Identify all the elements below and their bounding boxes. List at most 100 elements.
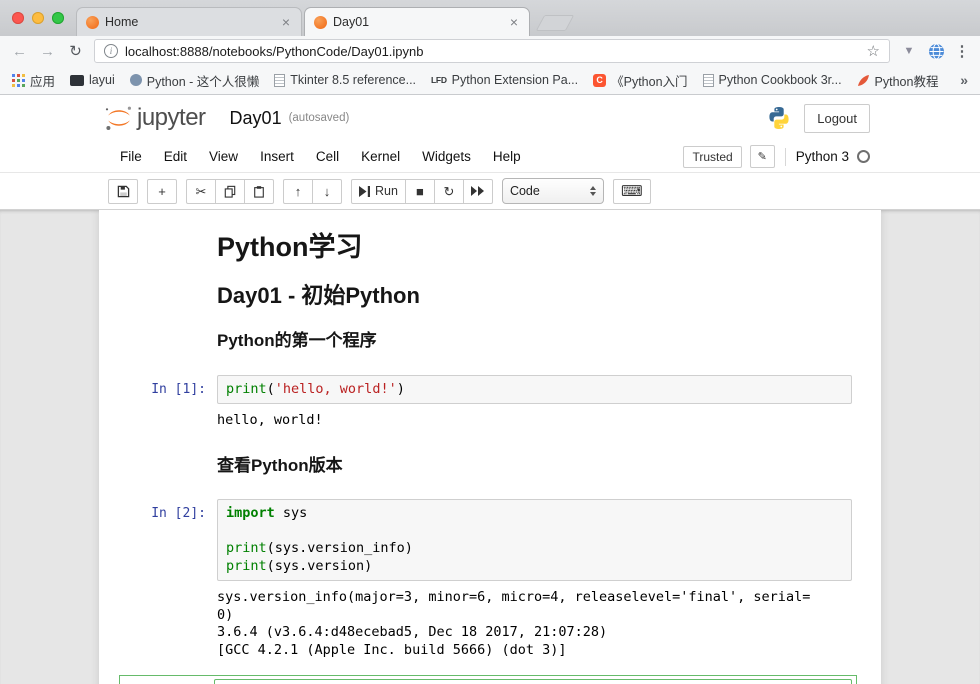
- edit-title-button[interactable]: ✎: [750, 145, 775, 168]
- input-prompt: In [2]:: [99, 499, 217, 521]
- output-prompt: [99, 587, 217, 594]
- address-bar[interactable]: i localhost:8888/notebooks/PythonCode/Da…: [94, 39, 890, 63]
- back-button[interactable]: ←: [10, 44, 29, 59]
- book-favicon-icon: [703, 74, 714, 87]
- window-zoom-button[interactable]: [52, 12, 64, 24]
- markdown-heading-first-program[interactable]: Python的第一个程序: [217, 331, 851, 351]
- code-text: print('hello, world!'): [226, 381, 843, 399]
- markdown-heading-2[interactable]: Day01 - 初始Python: [217, 283, 851, 308]
- window-close-button[interactable]: [12, 12, 24, 24]
- restart-kernel-button[interactable]: ↻: [434, 179, 464, 204]
- code-cell-2[interactable]: In [2]: import sys print(sys.version_inf…: [99, 499, 881, 581]
- bookmark-python-extension[interactable]: LFD Python Extension Pa...: [431, 73, 578, 87]
- copy-cells-button[interactable]: [215, 179, 245, 204]
- bookmark-python-intro[interactable]: C 《Python入门: [593, 71, 687, 90]
- forward-button[interactable]: →: [38, 44, 57, 59]
- bookmark-label: layui: [89, 73, 115, 87]
- code-input-3[interactable]: [214, 679, 852, 684]
- cut-cells-button[interactable]: ✂: [186, 179, 216, 204]
- interrupt-kernel-button[interactable]: ■: [405, 179, 435, 204]
- jupyter-logo[interactable]: jupyter: [104, 104, 206, 132]
- menu-file[interactable]: File: [109, 149, 153, 164]
- menu-kernel[interactable]: Kernel: [350, 149, 411, 164]
- bookmark-python-tutorial[interactable]: Python教程: [857, 71, 939, 90]
- plus-icon: +: [158, 185, 166, 198]
- browser-menu-icon[interactable]: ⋮: [954, 42, 970, 60]
- tab-close-icon[interactable]: ×: [280, 15, 292, 29]
- fast-forward-icon: [471, 186, 484, 196]
- bookmark-tkinter-reference[interactable]: Tkinter 8.5 reference...: [274, 73, 416, 87]
- trusted-badge[interactable]: Trusted: [683, 146, 741, 168]
- bookmark-label: Python - 这个人很懒: [147, 71, 260, 90]
- code-input-2[interactable]: import sys print(sys.version_info) print…: [217, 499, 852, 581]
- menu-insert[interactable]: Insert: [249, 149, 305, 164]
- menu-cell[interactable]: Cell: [305, 149, 350, 164]
- new-tab-button[interactable]: [536, 15, 575, 31]
- apps-grid-icon: [12, 74, 25, 87]
- jupyter-logo-text: jupyter: [137, 104, 206, 132]
- paste-cells-button[interactable]: [244, 179, 274, 204]
- tab-day01[interactable]: Day01 ×: [304, 7, 530, 36]
- keyboard-icon: ⌨: [621, 184, 643, 199]
- insert-cell-below-button[interactable]: +: [147, 179, 177, 204]
- bookmark-label: Python教程: [875, 71, 939, 90]
- code-input-1[interactable]: print('hello, world!'): [217, 375, 852, 405]
- url-text[interactable]: localhost:8888/notebooks/PythonCode/Day0…: [125, 44, 860, 59]
- globe-extension-icon[interactable]: [928, 43, 945, 60]
- bookmarks-bar: 应用 layui Python - 这个人很懒 Tkinter 8.5 refe…: [0, 66, 980, 95]
- markdown-heading-version[interactable]: 查看Python版本: [217, 456, 851, 476]
- menu-view[interactable]: View: [198, 149, 249, 164]
- site-info-icon[interactable]: i: [104, 44, 118, 58]
- jupyter-logo-icon: [104, 104, 134, 132]
- move-cell-up-button[interactable]: ↑: [283, 179, 313, 204]
- run-icon: [359, 186, 370, 197]
- output-prompt: [99, 410, 217, 417]
- feather-favicon-icon: [857, 74, 870, 87]
- menu-widgets[interactable]: Widgets: [411, 149, 482, 164]
- menu-edit[interactable]: Edit: [153, 149, 198, 164]
- select-carets-icon: [590, 186, 596, 196]
- notebook-scroll-area[interactable]: Python学习 Day01 - 初始Python Python的第一个程序 I…: [0, 209, 980, 684]
- reload-button[interactable]: ↻: [66, 44, 85, 59]
- cell-type-value: Code: [510, 184, 540, 198]
- tab-strip: Home × Day01 ×: [76, 7, 570, 36]
- notebook-title[interactable]: Day01: [230, 108, 282, 129]
- markdown-heading-1[interactable]: Python学习: [217, 232, 851, 263]
- code-cell-1[interactable]: In [1]: print('hello, world!'): [99, 375, 881, 405]
- bookmark-layui[interactable]: layui: [70, 73, 115, 87]
- save-button[interactable]: [108, 179, 138, 204]
- run-button-group: Run ■ ↻: [351, 179, 493, 204]
- tab-home[interactable]: Home ×: [76, 7, 302, 36]
- window-minimize-button[interactable]: [32, 12, 44, 24]
- python-logo-icon: [766, 105, 792, 131]
- bookmark-label: Tkinter 8.5 reference...: [290, 73, 416, 87]
- input-prompt: In [1]:: [99, 375, 217, 397]
- cell-type-select[interactable]: Code: [502, 178, 604, 204]
- bookmark-apps[interactable]: 应用: [12, 71, 55, 90]
- move-button-group: ↑ ↓: [283, 179, 342, 204]
- tab-title: Day01: [333, 15, 502, 29]
- jupyter-menubar: File Edit View Insert Cell Kernel Widget…: [0, 141, 980, 173]
- lfd-favicon-badge: LFD: [431, 75, 447, 85]
- code-text: import sys print(sys.version_info) print…: [226, 505, 843, 575]
- code-cell-3-selected[interactable]: In [ ]:: [119, 675, 857, 684]
- jupyter-header: jupyter Day01 (autosaved) Logout: [0, 95, 980, 141]
- edit-button-group: ✂: [186, 179, 274, 204]
- bookmark-star-icon[interactable]: ☆: [867, 44, 880, 59]
- restart-run-all-button[interactable]: [463, 179, 493, 204]
- run-button[interactable]: Run: [351, 179, 406, 204]
- logout-button[interactable]: Logout: [804, 104, 870, 133]
- move-cell-down-button[interactable]: ↓: [312, 179, 342, 204]
- bookmark-python-blog[interactable]: Python - 这个人很懒: [130, 71, 260, 90]
- output-area-1: hello, world!: [99, 410, 881, 430]
- tab-close-icon[interactable]: ×: [508, 15, 520, 29]
- bookmarks-overflow-icon[interactable]: »: [960, 72, 968, 88]
- download-caret-icon[interactable]: ▼: [899, 45, 919, 57]
- document-favicon-icon: [274, 74, 285, 87]
- command-palette-button[interactable]: ⌨: [613, 179, 651, 204]
- bookmark-label: Python Extension Pa...: [452, 73, 578, 87]
- bookmark-python-cookbook[interactable]: Python Cookbook 3r...: [703, 73, 842, 87]
- clipboard-icon: [253, 185, 265, 198]
- output-text: hello, world!: [217, 410, 852, 430]
- menu-help[interactable]: Help: [482, 149, 532, 164]
